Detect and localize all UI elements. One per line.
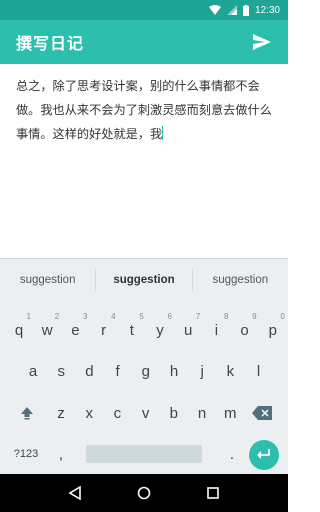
key-i[interactable]: i8 <box>202 312 230 344</box>
editor-text: 总之，除了思考设计案，别的什么事情都不会做。我也从来不会为了刺激灵感而刻意去做什… <box>16 79 272 141</box>
space-key[interactable] <box>86 445 202 463</box>
suggestion-strip: suggestion suggestion suggestion <box>0 259 288 301</box>
key-p[interactable]: p0 <box>259 312 287 344</box>
shift-key[interactable] <box>13 399 41 427</box>
key-h[interactable]: h <box>160 357 188 385</box>
key-label: o <box>240 321 249 339</box>
key-j[interactable]: j <box>188 357 216 385</box>
key-x[interactable]: x <box>75 399 103 427</box>
key-hint: 6 <box>167 312 172 321</box>
key-d[interactable]: d <box>75 357 103 385</box>
key-y[interactable]: y6 <box>146 312 174 344</box>
key-v[interactable]: v <box>132 399 160 427</box>
key-label: r <box>101 321 107 339</box>
key-a[interactable]: a <box>19 357 47 385</box>
back-button[interactable] <box>63 481 87 505</box>
key-f[interactable]: f <box>104 357 132 385</box>
key-label: t <box>129 321 134 339</box>
key-hint: 7 <box>195 312 201 321</box>
key-n[interactable]: n <box>188 399 216 427</box>
shift-icon <box>21 407 33 420</box>
comma-key[interactable]: , <box>47 440 75 468</box>
key-label: p <box>268 321 277 339</box>
recents-icon <box>207 487 220 499</box>
key-label: i <box>214 321 219 339</box>
recents-button[interactable] <box>201 481 225 505</box>
text-caret <box>162 126 164 140</box>
key-t[interactable]: t5 <box>118 312 146 344</box>
status-time: 12:30 <box>254 4 280 16</box>
key-hint: 3 <box>82 312 88 321</box>
key-k[interactable]: k <box>216 357 244 385</box>
key-label: u <box>184 321 193 339</box>
key-o[interactable]: o9 <box>231 312 259 344</box>
key-hint: 5 <box>139 312 144 321</box>
key-s[interactable]: s <box>47 357 75 385</box>
key-hint: 1 <box>26 312 31 321</box>
backspace-key[interactable] <box>248 399 276 427</box>
key-u[interactable]: u7 <box>174 312 202 344</box>
key-hint: 8 <box>223 312 229 321</box>
page-title: 撰写日记 <box>16 34 85 53</box>
key-row-3: zxcvbnm <box>0 399 288 427</box>
key-z[interactable]: z <box>47 399 75 427</box>
suggestion-center[interactable]: suggestion <box>96 274 191 286</box>
send-icon <box>253 34 271 50</box>
key-g[interactable]: g <box>132 357 160 385</box>
key-e[interactable]: e3 <box>61 312 89 344</box>
key-label: e <box>71 321 80 339</box>
key-hint: 2 <box>54 312 60 321</box>
key-row-1: q1w2e3r4t5y6u7i8o9p0 <box>0 312 288 344</box>
home-button[interactable] <box>132 481 156 505</box>
key-label: q <box>14 321 24 339</box>
enter-key[interactable] <box>249 440 279 470</box>
key-l[interactable]: l <box>245 357 273 385</box>
app-bar: 撰写日记 <box>0 20 288 64</box>
key-c[interactable]: c <box>103 399 131 427</box>
key-hint: 0 <box>280 312 285 321</box>
period-key[interactable]: . <box>218 440 246 468</box>
battery-icon <box>242 4 249 16</box>
suggestion-right[interactable]: suggestion <box>193 274 288 286</box>
editor-content: 总之，除了思考设计案，别的什么事情都不会做。我也从来不会为了刺激灵感而刻意去做什… <box>16 74 274 146</box>
key-m[interactable]: m <box>216 399 244 427</box>
wifi-icon <box>208 5 221 15</box>
key-hint: 4 <box>111 312 116 321</box>
status-bar: 12:30 <box>0 0 288 20</box>
signal-icon <box>226 5 237 15</box>
key-row-2: asdfghjkl <box>0 357 288 385</box>
home-icon <box>137 486 151 500</box>
key-b[interactable]: b <box>160 399 188 427</box>
key-label: y <box>156 321 164 339</box>
enter-icon <box>257 449 270 459</box>
symbols-key[interactable]: ?123 <box>12 440 40 468</box>
key-label: w <box>41 321 53 339</box>
key-r[interactable]: r4 <box>90 312 118 344</box>
send-button[interactable] <box>250 30 274 54</box>
key-hint: 9 <box>252 312 257 321</box>
suggestion-left[interactable]: suggestion <box>0 274 95 286</box>
back-icon <box>68 486 81 500</box>
key-w[interactable]: w2 <box>33 312 61 344</box>
key-q[interactable]: q1 <box>5 312 33 344</box>
diary-editor[interactable]: 总之，除了思考设计案，别的什么事情都不会做。我也从来不会为了刺激灵感而刻意去做什… <box>0 64 288 258</box>
backspace-icon <box>252 406 272 420</box>
navigation-bar <box>0 474 288 512</box>
soft-keyboard: suggestion suggestion suggestion q1w2e3r… <box>0 258 288 474</box>
